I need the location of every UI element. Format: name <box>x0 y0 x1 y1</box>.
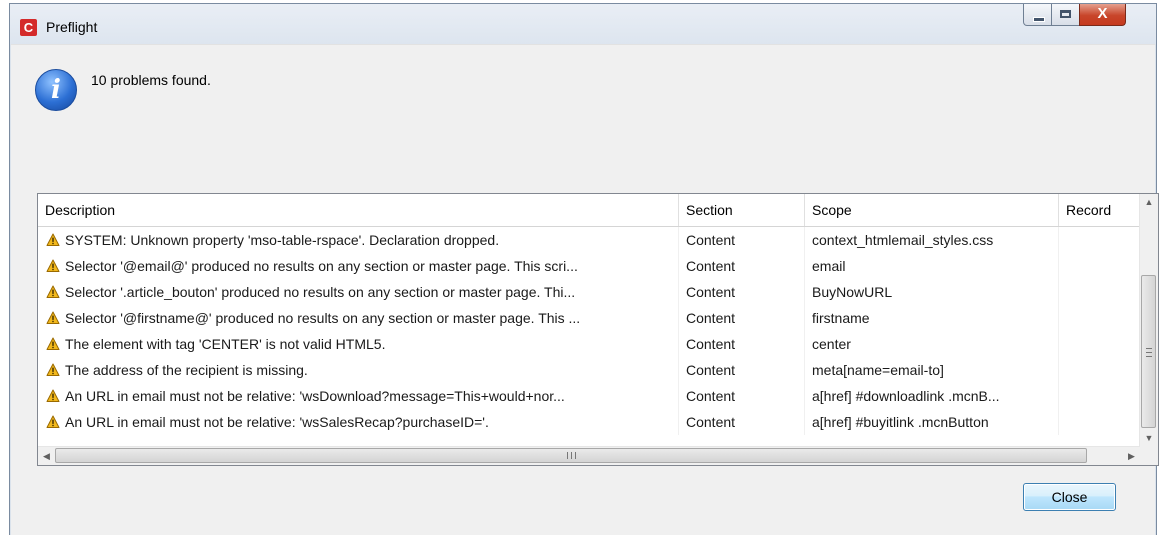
preflight-dialog: C Preflight X i 10 problems found. Descr… <box>9 3 1159 535</box>
row-scope: email <box>805 253 1059 279</box>
row-description: Selector '@email@' produced no results o… <box>38 253 679 279</box>
row-record <box>1059 409 1142 435</box>
row-description: Selector '.article_bouton' produced no r… <box>38 279 679 305</box>
scroll-up-icon[interactable]: ▲ <box>1140 194 1158 211</box>
warning-icon <box>46 363 60 376</box>
table-row[interactable]: An URL in email must not be relative: 'w… <box>38 409 1142 435</box>
warning-icon <box>46 415 60 428</box>
row-description-text: An URL in email must not be relative: 'w… <box>65 414 489 430</box>
window-title: Preflight <box>46 19 98 35</box>
title-bar[interactable]: C Preflight X <box>10 4 1156 44</box>
row-section: Content <box>679 357 805 383</box>
scrollbar-corner <box>1140 447 1158 465</box>
grip-icon <box>567 452 576 459</box>
maximize-button[interactable] <box>1051 4 1080 26</box>
info-icon: i <box>35 69 77 111</box>
row-record <box>1059 279 1142 305</box>
warning-icon <box>46 285 60 298</box>
horizontal-scrollbar[interactable]: ◀ ▶ <box>38 446 1140 465</box>
row-description: Selector '@firstname@' produced no resul… <box>38 305 679 331</box>
minimize-button[interactable] <box>1023 4 1052 26</box>
table-row[interactable]: SYSTEM: Unknown property 'mso-table-rspa… <box>38 227 1142 253</box>
row-description-text: Selector '@firstname@' produced no resul… <box>65 310 581 326</box>
warning-icon <box>46 233 60 246</box>
row-section: Content <box>679 227 805 253</box>
row-description-text: Selector '@email@' produced no results o… <box>65 258 578 274</box>
warning-icon <box>46 337 60 350</box>
row-scope: BuyNowURL <box>805 279 1059 305</box>
close-button[interactable]: Close <box>1023 483 1116 511</box>
close-icon: X <box>1097 5 1108 22</box>
warning-icon <box>46 259 60 272</box>
row-section: Content <box>679 253 805 279</box>
window-close-button[interactable]: X <box>1079 4 1126 26</box>
problems-table: Description Section Scope Record SYSTEM:… <box>37 193 1159 466</box>
row-description-text: An URL in email must not be relative: 'w… <box>65 388 565 404</box>
vertical-scroll-thumb[interactable] <box>1141 275 1156 428</box>
row-description: The element with tag 'CENTER' is not val… <box>38 331 679 357</box>
dialog-content: i 10 problems found. Description Section… <box>11 44 1159 535</box>
row-scope: a[href] #buyitlink .mcnButton <box>805 409 1059 435</box>
row-description-text: The element with tag 'CENTER' is not val… <box>65 336 386 352</box>
row-description: SYSTEM: Unknown property 'mso-table-rspa… <box>38 227 679 253</box>
column-header-description[interactable]: Description <box>38 194 679 226</box>
table-row[interactable]: Selector '.article_bouton' produced no r… <box>38 279 1142 305</box>
row-description: The address of the recipient is missing. <box>38 357 679 383</box>
row-scope: meta[name=email-to] <box>805 357 1059 383</box>
row-section: Content <box>679 305 805 331</box>
row-scope: firstname <box>805 305 1059 331</box>
row-scope: context_htmlemail_styles.css <box>805 227 1059 253</box>
row-scope: a[href] #downloadlink .mcnB... <box>805 383 1059 409</box>
row-section: Content <box>679 409 805 435</box>
row-description-text: SYSTEM: Unknown property 'mso-table-rspa… <box>65 232 500 248</box>
row-description-text: Selector '.article_bouton' produced no r… <box>65 284 576 300</box>
row-record <box>1059 331 1142 357</box>
scroll-right-icon[interactable]: ▶ <box>1123 447 1140 465</box>
warning-icon <box>46 389 60 402</box>
row-section: Content <box>679 279 805 305</box>
app-logo-icon: C <box>20 19 37 36</box>
maximize-icon <box>1060 10 1071 18</box>
problems-message: 10 problems found. <box>91 72 211 88</box>
scroll-down-icon[interactable]: ▼ <box>1140 430 1158 447</box>
row-scope: center <box>805 331 1059 357</box>
row-record <box>1059 253 1142 279</box>
row-record <box>1059 227 1142 253</box>
row-section: Content <box>679 331 805 357</box>
table-row[interactable]: Selector '@email@' produced no results o… <box>38 253 1142 279</box>
table-row[interactable]: The element with tag 'CENTER' is not val… <box>38 331 1142 357</box>
grip-icon <box>1146 348 1152 357</box>
table-body: SYSTEM: Unknown property 'mso-table-rspa… <box>38 227 1142 435</box>
row-record <box>1059 305 1142 331</box>
warning-icon <box>46 311 60 324</box>
table-row[interactable]: The address of the recipient is missing.… <box>38 357 1142 383</box>
table-row[interactable]: Selector '@firstname@' produced no resul… <box>38 305 1142 331</box>
column-header-section[interactable]: Section <box>679 194 805 226</box>
table-header: Description Section Scope Record <box>38 194 1142 227</box>
vertical-scrollbar[interactable]: ▲ ▼ <box>1139 194 1158 447</box>
table-row[interactable]: An URL in email must not be relative: 'w… <box>38 383 1142 409</box>
row-record <box>1059 357 1142 383</box>
row-description: An URL in email must not be relative: 'w… <box>38 409 679 435</box>
row-record <box>1059 383 1142 409</box>
minimize-icon <box>1033 17 1045 22</box>
row-description: An URL in email must not be relative: 'w… <box>38 383 679 409</box>
row-description-text: The address of the recipient is missing. <box>65 362 308 378</box>
scroll-left-icon[interactable]: ◀ <box>38 447 55 465</box>
column-header-record[interactable]: Record <box>1059 194 1142 226</box>
row-section: Content <box>679 383 805 409</box>
horizontal-scroll-thumb[interactable] <box>55 448 1087 463</box>
column-header-scope[interactable]: Scope <box>805 194 1059 226</box>
